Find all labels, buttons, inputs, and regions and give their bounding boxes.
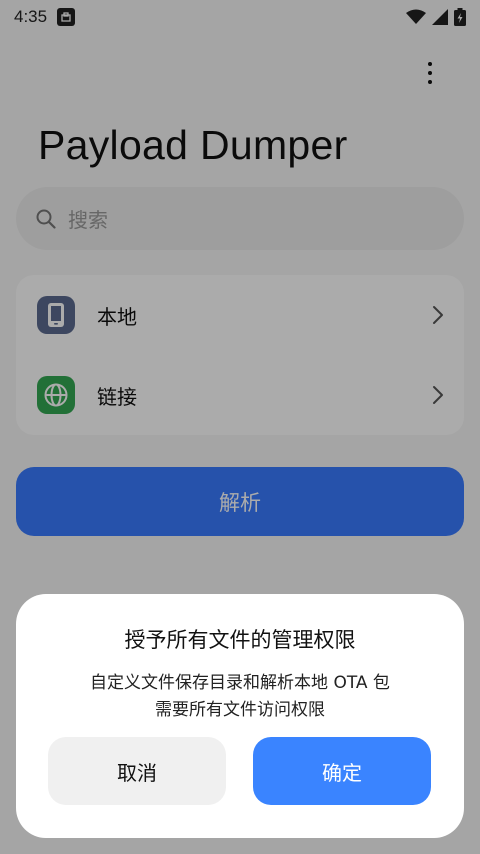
cancel-button[interactable]: 取消 [48,737,226,805]
dialog-message: 自定义文件保存目录和解析本地 OTA 包 需要所有文件访问权限 [36,670,444,724]
dialog-message-line: 需要所有文件访问权限 [155,700,325,720]
dialog-message-line: 自定义文件保存目录和解析本地 OTA 包 [90,673,390,693]
permission-dialog: 授予所有文件的管理权限 自定义文件保存目录和解析本地 OTA 包 需要所有文件访… [16,594,464,838]
dialog-title: 授予所有文件的管理权限 [124,628,356,652]
confirm-button[interactable]: 确定 [253,737,431,805]
